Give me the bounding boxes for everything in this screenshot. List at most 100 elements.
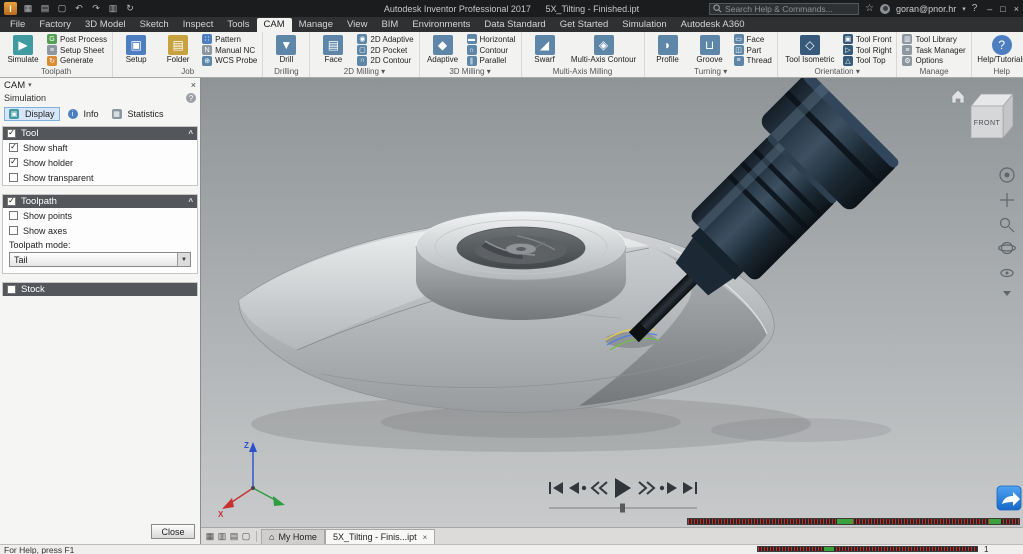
horizontal-button[interactable]: ▬ Horizontal — [465, 34, 518, 45]
help-tutorials-button[interactable]: ? Help/Tutorials — [975, 33, 1023, 66]
show-points-checkbox[interactable] — [9, 211, 18, 220]
tool-top-button[interactable]: △ Tool Top — [841, 55, 894, 66]
tab-manage[interactable]: Manage — [292, 18, 340, 32]
horizontal-views-icon[interactable]: ▤ — [228, 531, 240, 542]
show-holder-option[interactable]: Show holder — [3, 155, 197, 170]
step-forward-button[interactable] — [639, 482, 654, 494]
face-button[interactable]: ▤ Face — [313, 33, 353, 66]
show-holder-checkbox[interactable] — [9, 158, 18, 167]
tab-bim[interactable]: BIM — [374, 18, 405, 32]
tab-3d-model[interactable]: 3D Model — [78, 18, 133, 32]
groove-button[interactable]: ⊔ Groove — [690, 33, 730, 66]
user-avatar-icon[interactable] — [880, 4, 890, 14]
multi-axis-contour-button[interactable]: ◈ Multi-Axis Contour — [567, 33, 641, 66]
show-axes-option[interactable]: Show axes — [3, 223, 197, 238]
tool-section-checkbox[interactable] — [7, 129, 16, 138]
display-toggle-button[interactable]: ▣ Display — [4, 107, 60, 121]
toolpath-section-checkbox[interactable] — [7, 197, 16, 206]
tab-autodesk-a360[interactable]: Autodesk A360 — [674, 18, 752, 32]
more-chevron-icon[interactable] — [1003, 291, 1011, 296]
timeline-slider-handle[interactable] — [620, 504, 625, 513]
tool-isometric-button[interactable]: ◇ Tool Isometric — [781, 33, 839, 66]
step-backward-button[interactable] — [592, 482, 607, 494]
show-transparent-option[interactable]: Show transparent — [3, 170, 197, 185]
show-transparent-checkbox[interactable] — [9, 173, 18, 182]
tab-inspect[interactable]: Inspect — [176, 18, 221, 32]
panel-close-icon[interactable]: × — [191, 80, 196, 90]
turning-face-button[interactable]: ▭ Face — [732, 34, 774, 45]
tab-environments[interactable]: Environments — [405, 18, 477, 32]
info-toggle-button[interactable]: i Info — [63, 107, 104, 121]
folder-button[interactable]: ▤ Folder — [158, 33, 198, 66]
inventor-logo[interactable]: I — [4, 2, 17, 15]
toolpath-mode-select[interactable]: Tail ▼ — [9, 252, 191, 267]
stock-section-header[interactable]: Stock — [3, 283, 197, 296]
search-field[interactable] — [725, 4, 855, 14]
tool-right-button[interactable]: ▷ Tool Right — [841, 45, 894, 56]
show-axes-checkbox[interactable] — [9, 226, 18, 235]
manual-nc-button[interactable]: N Manual NC — [200, 45, 259, 56]
look-at-icon[interactable] — [1001, 270, 1013, 277]
single-view-icon[interactable]: ▢ — [240, 531, 252, 542]
go-to-start-button[interactable] — [549, 482, 563, 494]
parallel-button[interactable]: ∥ Parallel — [465, 55, 518, 66]
undo-icon[interactable]: ↶ — [73, 3, 85, 14]
statistics-toggle-button[interactable]: ▦ Statistics — [107, 107, 169, 121]
tab-data-standard[interactable]: Data Standard — [477, 18, 552, 32]
tab-simulation[interactable]: Simulation — [615, 18, 673, 32]
part-button[interactable]: ◫ Part — [732, 45, 774, 56]
home-icon[interactable] — [952, 90, 964, 103]
adaptive-button[interactable]: ◆ Adaptive — [423, 33, 463, 66]
contour-button[interactable]: ∩ Contour — [465, 45, 518, 56]
app-grid-icon[interactable]: ▦ — [22, 3, 34, 14]
toolpath-section-header[interactable]: Toolpath ^ — [3, 195, 197, 208]
maximize-icon[interactable]: □ — [1000, 4, 1005, 14]
tool-collapse-icon[interactable]: ^ — [188, 129, 193, 138]
tab-view[interactable]: View — [340, 18, 374, 32]
status-timeline-bar[interactable] — [757, 546, 978, 552]
drill-button[interactable]: ▼ Drill — [266, 33, 306, 66]
task-manager-button[interactable]: ≡ Task Manager — [900, 45, 967, 56]
2d-contour-button[interactable]: ∩ 2D Contour — [355, 55, 415, 66]
panel-help-icon[interactable]: ? — [186, 93, 196, 103]
show-points-option[interactable]: Show points — [3, 208, 197, 223]
redo-icon[interactable]: ↷ — [90, 3, 102, 14]
tab-close-icon[interactable]: × — [423, 533, 428, 542]
swarf-button[interactable]: ◢ Swarf — [525, 33, 565, 66]
tab-cam[interactable]: CAM — [257, 18, 292, 32]
open-icon[interactable]: ▢ — [56, 3, 68, 14]
help-icon[interactable]: ? — [972, 3, 978, 14]
play-button[interactable] — [615, 478, 631, 498]
tab-my-home[interactable]: ⌂ My Home — [261, 529, 325, 544]
user-name[interactable]: goran@pnor.hr — [896, 4, 956, 14]
setup-sheet-button[interactable]: ≡ Setup Sheet — [45, 45, 109, 56]
play-next-button[interactable] — [660, 482, 677, 494]
options-button[interactable]: ⚙ Options — [900, 55, 967, 66]
tool-section-header[interactable]: Tool ^ — [3, 127, 197, 140]
tab-factory[interactable]: Factory — [32, 18, 78, 32]
pattern-button[interactable]: ∷ Pattern — [200, 34, 259, 45]
dropdown-caret-icon[interactable]: ▼ — [177, 253, 190, 266]
setup-button[interactable]: ▣ Setup — [116, 33, 156, 66]
search-input[interactable] — [709, 3, 859, 15]
tab-tools[interactable]: Tools — [220, 18, 256, 32]
tab-document[interactable]: 5X_Tilting - Finis...ipt × — [325, 529, 435, 544]
tool-library-button[interactable]: ▥ Tool Library — [900, 34, 967, 45]
show-shaft-option[interactable]: Show shaft — [3, 140, 197, 155]
generate-button[interactable]: ↻ Generate — [45, 55, 109, 66]
2d-pocket-button[interactable]: ▢ 2D Pocket — [355, 45, 415, 56]
pan-icon[interactable] — [1000, 193, 1014, 207]
user-menu-caret-icon[interactable]: ▾ — [962, 5, 966, 13]
save-icon[interactable]: ▤ — [39, 3, 51, 14]
play-previous-button[interactable] — [569, 482, 586, 494]
tab-sketch[interactable]: Sketch — [133, 18, 176, 32]
zoom-icon[interactable] — [1001, 219, 1015, 233]
panel-menu-caret-icon[interactable]: ▾ — [28, 81, 32, 89]
tile-views-icon[interactable]: ▦ — [204, 531, 216, 542]
vertical-views-icon[interactable]: ▥ — [216, 531, 228, 542]
toolpath-collapse-icon[interactable]: ^ — [188, 197, 193, 206]
steering-wheel-icon[interactable] — [1000, 168, 1014, 182]
minimize-icon[interactable]: – — [987, 4, 992, 14]
stock-section-checkbox[interactable] — [7, 285, 16, 294]
profile-button[interactable]: ◗ Profile — [648, 33, 688, 66]
